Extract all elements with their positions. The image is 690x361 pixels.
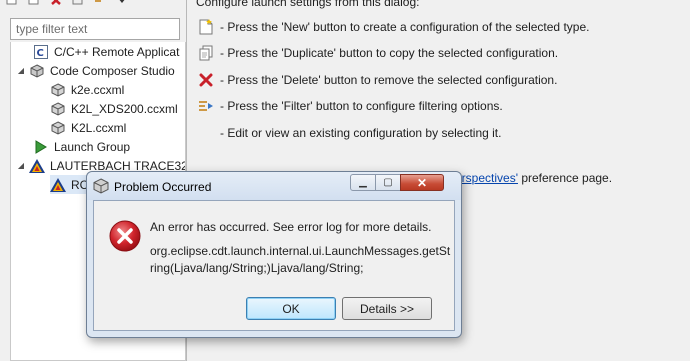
details-button[interactable]: Details >> xyxy=(342,297,432,320)
ccs-cube-icon xyxy=(29,63,45,79)
minimize-icon: ▁ xyxy=(359,177,367,188)
instruction-duplicate: - Press the 'Duplicate' button to copy t… xyxy=(198,44,558,62)
close-icon: ✕ xyxy=(416,175,428,190)
instruction-filter: - Press the 'Filter' button to configure… xyxy=(198,97,503,115)
minimize-button[interactable]: ▁ xyxy=(350,174,376,191)
expanded-twisty-icon[interactable]: ◢ xyxy=(16,66,26,76)
ok-button[interactable]: OK xyxy=(246,297,336,320)
tree-toolbar xyxy=(6,0,146,8)
launch-group-icon xyxy=(33,139,49,155)
tree-item[interactable]: k2e.ccxml xyxy=(50,80,124,99)
filter-icon[interactable] xyxy=(94,0,106,7)
maximize-icon: ▢ xyxy=(383,177,393,188)
maximize-button[interactable]: ▢ xyxy=(375,174,401,191)
dialog-body: An error has occurred. See error log for… xyxy=(93,200,455,331)
problem-occurred-dialog: Problem Occurred ▁ ▢ ✕ An error has occu xyxy=(86,171,462,338)
eclipse-cube-icon xyxy=(93,178,109,194)
filter-input[interactable] xyxy=(10,18,180,40)
error-icon xyxy=(108,219,142,253)
instruction-new: - Press the 'New' button to create a con… xyxy=(198,18,589,36)
preference-page-line: erspectives' preference page. xyxy=(455,171,613,185)
perspectives-link[interactable]: erspectives' xyxy=(455,171,518,185)
instruction-delete: - Press the 'Delete' button to remove th… xyxy=(198,71,557,89)
ccs-cube-icon xyxy=(50,120,66,136)
trace32-icon xyxy=(29,158,45,174)
instruction-edit: - Edit or view an existing configuration… xyxy=(220,126,502,140)
chevron-down-icon[interactable] xyxy=(116,0,128,7)
tree-item[interactable]: K2L.ccxml xyxy=(50,118,126,137)
collapse-all-icon[interactable] xyxy=(72,0,84,7)
info-heading: Configure launch settings from this dial… xyxy=(196,0,420,9)
filter-icon xyxy=(198,98,214,114)
tree-item-label: K2L.ccxml xyxy=(71,120,127,135)
dialog-titlebar[interactable]: Problem Occurred ▁ ▢ ✕ xyxy=(87,172,461,200)
tree-item-label: k2e.ccxml xyxy=(71,82,125,97)
tree-item[interactable]: C C/C++ Remote Applicat xyxy=(33,42,179,61)
tree-item-label: C/C++ Remote Applicat xyxy=(54,44,180,59)
new-config-icon[interactable] xyxy=(6,0,18,7)
tree-item[interactable]: Launch Group xyxy=(33,137,130,156)
close-button[interactable]: ✕ xyxy=(400,174,444,191)
new-config-icon xyxy=(198,19,214,35)
error-message: An error has occurred. See error log for… xyxy=(150,220,432,234)
c-app-icon: C xyxy=(33,44,49,60)
svg-text:C: C xyxy=(37,48,44,59)
expanded-twisty-icon[interactable]: ◢ xyxy=(16,161,26,171)
tree-item[interactable]: K2L_XDS200.ccxml xyxy=(50,99,178,118)
delete-x-icon[interactable] xyxy=(50,0,62,7)
window-controls: ▁ ▢ ✕ xyxy=(350,174,444,191)
trace32-icon xyxy=(50,177,66,193)
tree-item-label: K2L_XDS200.ccxml xyxy=(71,101,178,116)
ccs-cube-icon xyxy=(50,101,66,117)
error-detail: org.eclipse.cdt.launch.internal.ui.Launc… xyxy=(150,244,451,275)
ccs-cube-icon xyxy=(50,82,66,98)
tree-item[interactable]: ◢ Code Composer Studio xyxy=(16,61,175,80)
tree-item-label: Launch Group xyxy=(54,139,131,154)
duplicate-icon xyxy=(198,45,214,61)
duplicate-icon[interactable] xyxy=(28,0,40,7)
tree-item-label: Code Composer Studio xyxy=(50,63,175,78)
delete-x-icon xyxy=(198,72,214,88)
dialog-title: Problem Occurred xyxy=(114,180,212,194)
